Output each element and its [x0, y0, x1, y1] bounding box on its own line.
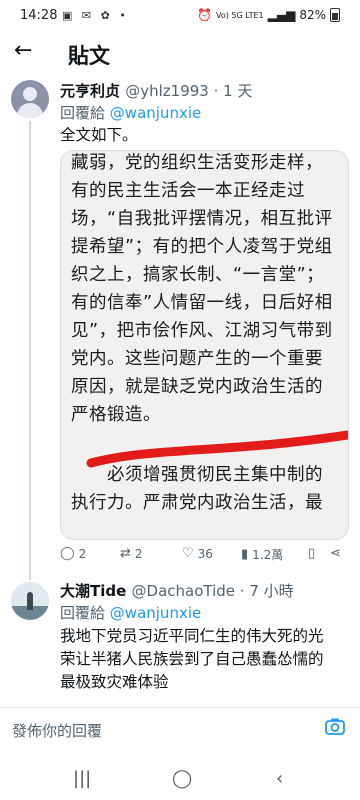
tweet-actions: ◯ 2 ⇄ 2 ♡ 36 ▮ 1.2萬 ▯ ⋖	[60, 543, 350, 565]
reply-prefix: 回覆給	[60, 604, 106, 622]
image-text-line: 有的民主生活会一本正经走过	[71, 181, 305, 201]
thread-line	[29, 121, 31, 580]
views-button[interactable]: ▮ 1.2萬	[241, 546, 283, 563]
battery-icon	[330, 8, 340, 22]
tweet-author[interactable]: 大潮Tide @DachaoTide · 7 小時	[60, 580, 294, 601]
image-text-line: 党内。这些问题产生的一个重要	[71, 349, 323, 369]
image-text-line: 有的信奉”人情留一线，日后好相	[71, 293, 333, 313]
notification-icons: ▣ ✉ ✿ •	[62, 9, 129, 22]
reply-compose-input[interactable]: 發佈你的回覆	[12, 720, 102, 741]
top-app-bar: ← 貼文	[0, 32, 360, 76]
like-button[interactable]: ♡ 36	[182, 546, 213, 561]
image-text-line: 提希望”；有的把个人凌驾于党组	[71, 237, 333, 257]
tweet-text-line: 我地下党员习近平同仁生的伟大死的光	[60, 627, 324, 645]
retweet-button[interactable]: ⇄ 2	[120, 546, 143, 561]
author-handle[interactable]: @DachaoTide · 7 小時	[132, 582, 294, 600]
home-icon[interactable]: ◯	[172, 768, 192, 789]
tweet-author[interactable]: 元亨利贞 @yhlz1993 · 1 天	[60, 80, 252, 101]
tweet-text-line: 荣让半猪人民族尝到了自己愚蠢怂懦的	[60, 650, 324, 668]
signal-icon: ▂▄▆	[267, 8, 296, 22]
reply-mention-link[interactable]: @wanjunxie	[110, 604, 201, 622]
battery-percent: 82%	[299, 8, 326, 22]
heart-icon: ♡	[182, 546, 194, 561]
reply-mention-link[interactable]: @wanjunxie	[110, 104, 201, 122]
author-handle[interactable]: @yhlz1993 · 1 天	[125, 82, 252, 100]
tweet-text: 我地下党员习近平同仁生的伟大死的光 荣让半猪人民族尝到了自己愚蠢怂懦的 最极致灾…	[60, 625, 352, 694]
tweet-text: 全文如下。	[60, 126, 138, 144]
tweet-image[interactable]: 藏弱，党的组织生活变形走样， 有的民主生活会一本正经走过 场，“自我批评摆情况，…	[60, 150, 349, 540]
image-text-line: 藏弱，党的组织生活变形走样，	[71, 153, 323, 173]
view-count: 1.2萬	[252, 548, 284, 562]
page-title: 貼文	[68, 44, 110, 68]
image-text-line: 严格锻造。	[71, 405, 161, 425]
bookmark-button[interactable]: ▯	[308, 546, 315, 561]
status-right: ⏰ Vo) 5G LTE1 ▂▄▆ 82%	[197, 8, 340, 22]
image-text-line: 原因，就是缺乏党内政治生活的	[71, 377, 323, 397]
retweet-icon: ⇄	[120, 546, 131, 561]
image-text-line: 执行力。严肃党内政治生活，最	[71, 493, 323, 513]
image-text-line: 织之上，搞家长制、“一言堂”；	[71, 265, 325, 285]
bookmark-icon: ▯	[308, 546, 316, 561]
system-nav-bar: ||| ◯ ‹	[0, 760, 360, 800]
avatar[interactable]	[11, 80, 49, 118]
share-icon: ⋖	[330, 546, 341, 561]
status-time: 14:28	[20, 8, 58, 23]
image-text-line: 必须增强贯彻民主集中制的	[107, 465, 323, 485]
like-count: 36	[197, 546, 213, 561]
reply-to-line: 回覆給 @wanjunxie	[60, 602, 201, 623]
reply-to-line: 回覆給 @wanjunxie	[60, 102, 201, 123]
image-text-line: 见”，把市侩作风、江湖习气带到	[71, 321, 333, 341]
recent-apps-icon[interactable]: |||	[73, 768, 91, 789]
network-indicator: Vo) 5G LTE1	[216, 10, 264, 20]
divider	[0, 707, 360, 708]
tweet-text-line: 最极致灾难体验	[60, 673, 169, 691]
reply-icon: ◯	[60, 546, 75, 561]
image-text-line: 场，“自我批评摆情况，相互批评	[71, 209, 333, 229]
reply-button[interactable]: ◯ 2	[60, 546, 86, 561]
author-name[interactable]: 大潮Tide	[60, 582, 126, 600]
retweet-count: 2	[134, 546, 143, 561]
author-name[interactable]: 元亨利贞	[60, 82, 120, 100]
default-avatar-icon	[23, 87, 37, 101]
reply-prefix: 回覆給	[60, 104, 106, 122]
camera-icon[interactable]	[324, 716, 346, 738]
avatar[interactable]	[11, 582, 49, 620]
views-chart-icon: ▮	[241, 547, 249, 562]
back-icon[interactable]: ‹	[276, 768, 283, 789]
share-button[interactable]: ⋖	[330, 546, 341, 561]
reply-count: 2	[78, 546, 87, 561]
person-figure-icon	[27, 592, 33, 610]
back-arrow-icon[interactable]: ←	[14, 38, 32, 63]
status-bar: 14:28 ▣ ✉ ✿ • ⏰ Vo) 5G LTE1 ▂▄▆ 82%	[0, 0, 360, 32]
alarm-icon: ⏰	[197, 8, 212, 22]
